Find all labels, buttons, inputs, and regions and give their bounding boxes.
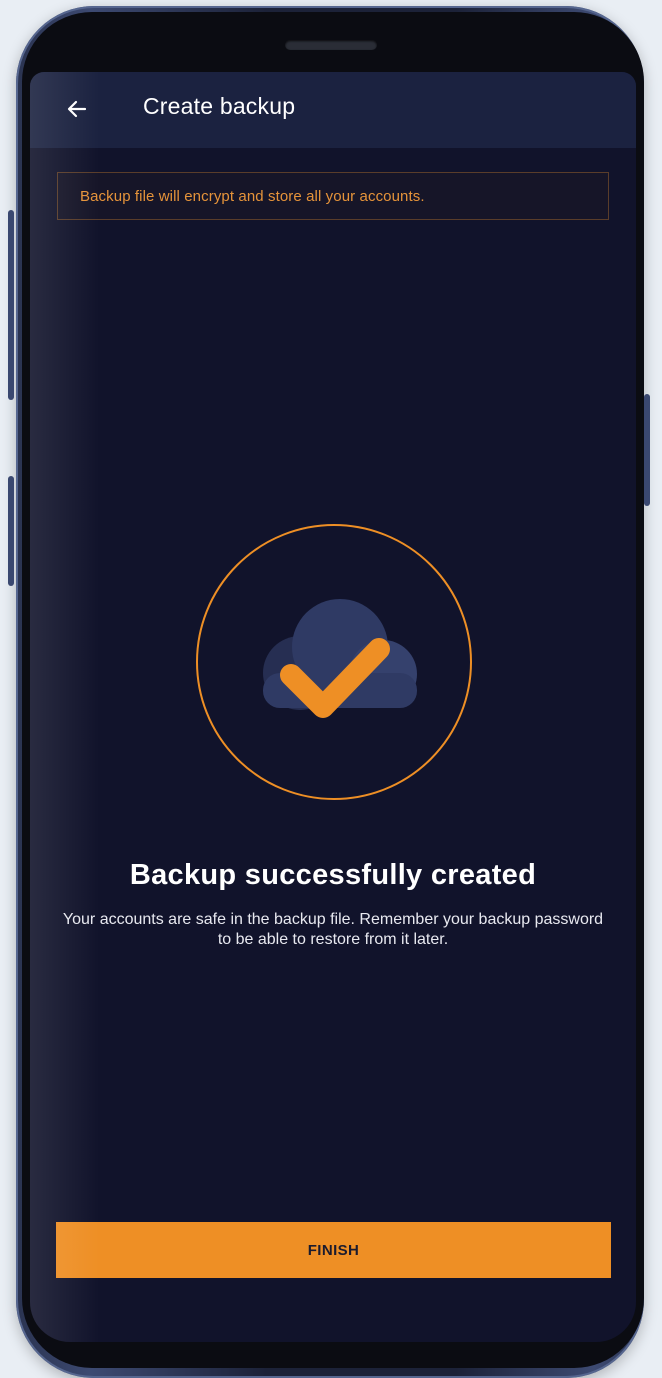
arrow-left-icon [67,100,87,118]
success-title: Backup successfully created [129,859,537,891]
power-button [644,394,650,506]
info-banner: Backup file will encrypt and store all y… [57,172,609,220]
volume-down-button [8,476,14,586]
volume-up-button [8,210,14,400]
screen-glare [30,72,100,1342]
page-title: Create backup [143,93,296,119]
speaker-grille [285,40,377,50]
app-screen: Create backup Backup file will encrypt a… [30,72,636,1342]
success-graphic [195,523,473,801]
back-button[interactable] [60,92,94,126]
cloud-check-icon [263,599,417,718]
info-banner-text: Backup file will encrypt and store all y… [80,187,425,205]
app-bar: Create backup [30,72,636,148]
finish-button[interactable]: FINISH [56,1222,611,1278]
success-description: Your accounts are safe in the backup fil… [62,911,604,948]
